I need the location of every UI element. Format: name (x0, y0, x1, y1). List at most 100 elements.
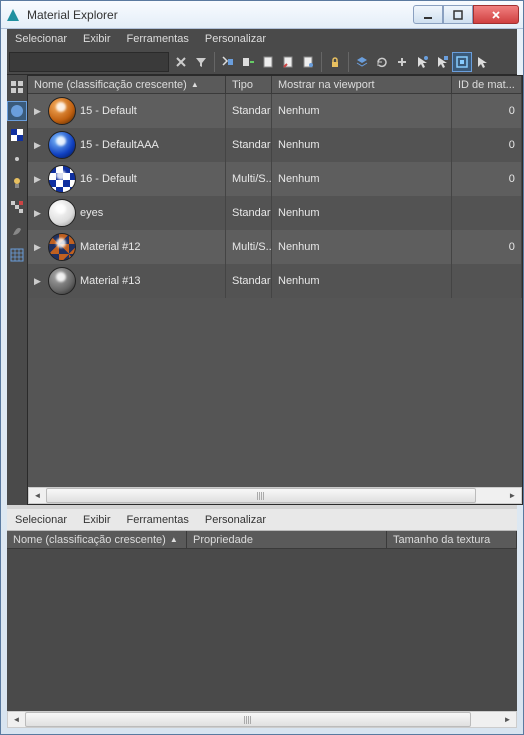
page-3-icon[interactable] (298, 52, 318, 72)
material-name: 16 - Default (80, 173, 137, 185)
table-header: Nome (classificação crescente)▲ Tipo Mos… (28, 76, 522, 94)
material-swatch (48, 131, 76, 159)
col2-name-header[interactable]: Nome (classificação crescente)▲ (7, 531, 187, 548)
h-scrollbar-bottom[interactable]: ◄ ► (7, 711, 517, 728)
strip-light-icon[interactable] (7, 173, 27, 193)
table-row[interactable]: ▶Material #12Multi/S...Nenhum0 (28, 230, 522, 264)
material-swatch (48, 97, 76, 125)
material-name: Material #13 (80, 275, 141, 287)
maximize-button[interactable] (443, 5, 473, 24)
scroll-right-icon[interactable]: ► (499, 712, 516, 727)
menubar-bottom: Selecionar Exibir Ferramentas Personaliz… (7, 509, 517, 531)
left-icon-strip (7, 75, 27, 505)
strip-grid-icon[interactable] (7, 245, 27, 265)
material-type: Standard (226, 94, 272, 128)
layers-icon[interactable] (352, 52, 372, 72)
material-name: eyes (80, 207, 103, 219)
strip-leaf-icon[interactable] (7, 221, 27, 241)
scroll-thumb[interactable] (25, 712, 471, 727)
expand-icon[interactable]: ▶ (34, 208, 44, 219)
filter-icon[interactable] (191, 52, 211, 72)
expand-icon[interactable]: ▶ (34, 140, 44, 151)
minimize-button[interactable] (413, 5, 443, 24)
sync-selection-icon[interactable] (452, 52, 472, 72)
add-icon[interactable] (392, 52, 412, 72)
menu2-exibir[interactable]: Exibir (83, 514, 111, 526)
scroll-left-icon[interactable]: ◄ (29, 488, 46, 503)
expand-icon[interactable]: ▶ (34, 106, 44, 117)
lower-pane: Selecionar Exibir Ferramentas Personaliz… (7, 509, 517, 728)
material-id (452, 196, 522, 230)
client-area: Selecionar Exibir Ferramentas Personaliz… (7, 29, 517, 728)
material-swatch (48, 267, 76, 295)
table-row[interactable]: ▶Material #13StandardNenhum (28, 264, 522, 298)
expand-icon[interactable]: ▶ (34, 242, 44, 253)
menu2-ferramentas[interactable]: Ferramentas (127, 514, 189, 526)
sort-asc-icon: ▲ (191, 80, 199, 89)
table-row[interactable]: ▶eyesStandardNenhum (28, 196, 522, 230)
sort-asc-icon: ▲ (170, 535, 178, 544)
app-icon (5, 7, 21, 23)
table2-body (7, 549, 517, 711)
strip-checker2-icon[interactable] (7, 197, 27, 217)
cursor-2-icon[interactable] (432, 52, 452, 72)
table-row[interactable]: ▶ 16 - Default Multi/S...Nenhum0 (28, 162, 522, 196)
col-id-header[interactable]: ID de mat... (452, 76, 522, 93)
col2-tex-header[interactable]: Tamanho da textura (387, 531, 517, 548)
material-viewport: Nenhum (272, 162, 452, 196)
expand-icon[interactable]: ▶ (34, 174, 44, 185)
material-viewport: Nenhum (272, 230, 452, 264)
menu-ferramentas[interactable]: Ferramentas (127, 33, 189, 45)
col-type-header[interactable]: Tipo (226, 76, 272, 93)
material-swatch (48, 199, 76, 227)
app-window: Material Explorer Selecionar Exibir Ferr… (0, 0, 524, 735)
col-name-header[interactable]: Nome (classificação crescente)▲ (28, 76, 226, 93)
menubar-top: Selecionar Exibir Ferramentas Personaliz… (7, 29, 517, 49)
scroll-left-icon[interactable]: ◄ (8, 712, 25, 727)
select-all-icon[interactable] (218, 52, 238, 72)
menu-exibir[interactable]: Exibir (83, 33, 111, 45)
h-scrollbar-top[interactable]: ◄ ► (28, 487, 522, 504)
material-id: 0 (452, 94, 522, 128)
material-viewport: Nenhum (272, 94, 452, 128)
strip-view-icon[interactable] (7, 77, 27, 97)
material-id: 0 (452, 230, 522, 264)
material-name: 15 - DefaultAAA (80, 139, 159, 151)
table-row[interactable]: ▶15 - DefaultStandardNenhum0 (28, 94, 522, 128)
menu-personalizar[interactable]: Personalizar (205, 33, 266, 45)
col2-prop-header[interactable]: Propriedade (187, 531, 387, 548)
cursor-1-icon[interactable] (412, 52, 432, 72)
scroll-right-icon[interactable]: ► (504, 488, 521, 503)
material-type: Multi/S... (226, 230, 272, 264)
material-type: Standard (226, 264, 272, 298)
expand-icon[interactable]: ▶ (34, 276, 44, 287)
close-button[interactable] (473, 5, 519, 24)
material-table: Nome (classificação crescente)▲ Tipo Mos… (27, 75, 523, 505)
lock-icon[interactable] (325, 52, 345, 72)
page-2-icon[interactable] (278, 52, 298, 72)
material-viewport: Nenhum (272, 128, 452, 162)
material-id (452, 264, 522, 298)
select-none-icon[interactable] (238, 52, 258, 72)
search-input[interactable] (9, 52, 169, 72)
refresh-icon[interactable] (372, 52, 392, 72)
material-id: 0 (452, 128, 522, 162)
cursor-3-icon[interactable] (472, 52, 492, 72)
toolbar (7, 49, 517, 75)
table-row[interactable]: ▶15 - DefaultAAAStandardNenhum0 (28, 128, 522, 162)
strip-dot-icon[interactable] (7, 149, 27, 169)
window-controls (413, 5, 519, 24)
menu2-selecionar[interactable]: Selecionar (15, 514, 67, 526)
clear-search-icon[interactable] (171, 52, 191, 72)
material-swatch (48, 233, 76, 261)
material-id: 0 (452, 162, 522, 196)
page-1-icon[interactable] (258, 52, 278, 72)
scroll-thumb[interactable] (46, 488, 476, 503)
material-type: Multi/S... (226, 162, 272, 196)
col-viewport-header[interactable]: Mostrar na viewport (272, 76, 452, 93)
menu-selecionar[interactable]: Selecionar (15, 33, 67, 45)
menu2-personalizar[interactable]: Personalizar (205, 514, 266, 526)
strip-sphere-icon[interactable] (7, 101, 27, 121)
strip-checker-icon[interactable] (7, 125, 27, 145)
table-body: ▶15 - DefaultStandardNenhum0▶15 - Defaul… (28, 94, 522, 487)
